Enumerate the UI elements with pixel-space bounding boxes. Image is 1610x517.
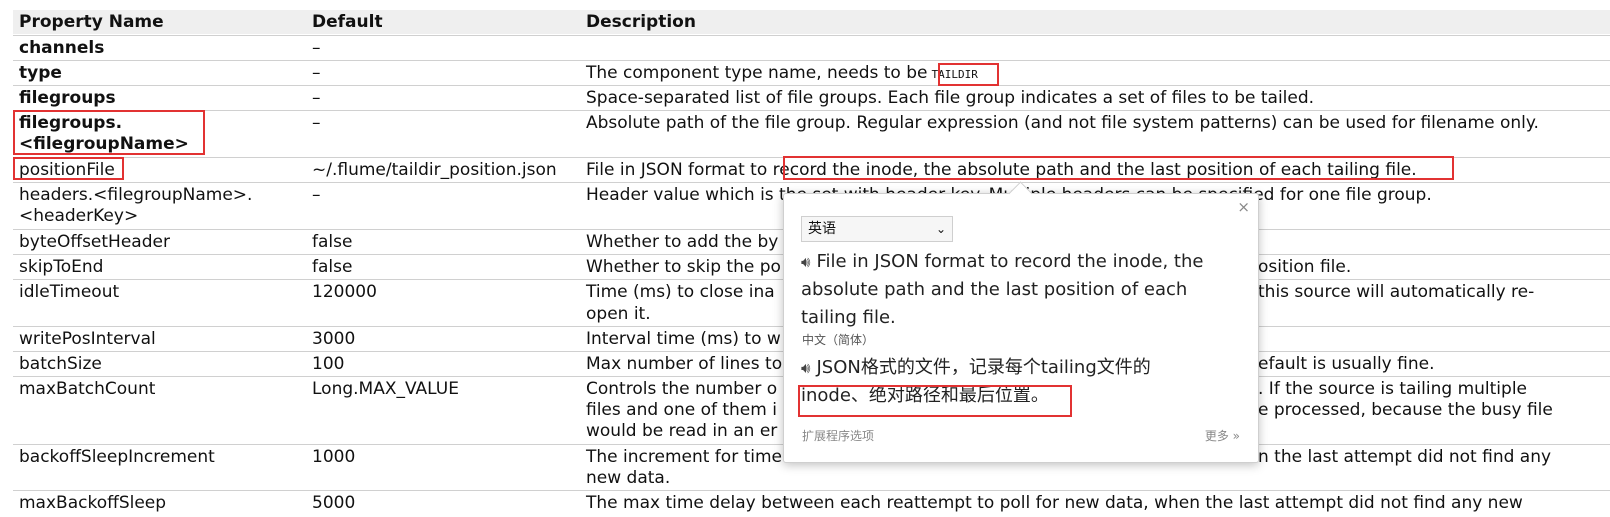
source-language-select[interactable]: 英语 ⌄ bbox=[801, 216, 953, 242]
target-language-label: 中文（简体） bbox=[802, 333, 875, 347]
property-description: Space-separated list of file groups. Eac… bbox=[586, 88, 1315, 108]
property-default: – bbox=[312, 88, 321, 108]
table-row: maxBackoffSleep 5000 The max time delay … bbox=[13, 490, 1610, 517]
speaker-icon[interactable]: 🔊︎ bbox=[801, 253, 810, 271]
property-name: skipToEnd bbox=[19, 257, 104, 277]
highlight-box-taildir bbox=[938, 63, 999, 86]
property-description: The max time delay between each reattemp… bbox=[586, 493, 1523, 513]
property-name: headers.<filegroupName>.<headerKey> bbox=[19, 185, 253, 226]
property-name: idleTimeout bbox=[19, 282, 120, 302]
translation-popup: × 英语 ⌄ 🔊︎ File in JSON format to record t… bbox=[783, 181, 1259, 463]
property-default: 3000 bbox=[312, 329, 356, 349]
chevron-down-icon: ⌄ bbox=[935, 222, 946, 236]
source-text-content: File in JSON format to record the inode,… bbox=[801, 251, 1204, 328]
property-name: type bbox=[19, 63, 62, 83]
property-default: 1000 bbox=[312, 447, 356, 467]
header-property-name: Property Name bbox=[19, 12, 164, 32]
close-icon[interactable]: × bbox=[1237, 198, 1250, 216]
property-default: 100 bbox=[312, 354, 345, 374]
table-row: type – The component type name, needs to… bbox=[13, 60, 1610, 85]
property-default: false bbox=[312, 257, 353, 277]
property-description: Absolute path of the file group. Regular… bbox=[586, 113, 1539, 133]
header-description: Description bbox=[586, 12, 696, 32]
property-description-line3: would be read in an er bbox=[586, 421, 778, 441]
property-name: maxBackoffSleep bbox=[19, 493, 167, 513]
header-default: Default bbox=[312, 12, 383, 32]
property-description-line2: new data. bbox=[586, 468, 671, 488]
property-description-tail: . If the source is tailing multiple bbox=[1258, 379, 1527, 399]
property-default: false bbox=[312, 232, 353, 252]
highlight-box-translation bbox=[798, 385, 1072, 417]
property-default: Long.MAX_VALUE bbox=[312, 379, 459, 399]
speaker-icon[interactable]: 🔊︎ bbox=[801, 359, 810, 377]
property-name: backoffSleepIncrement bbox=[19, 447, 215, 467]
property-description-tail: osition file. bbox=[1258, 257, 1352, 277]
table-header: Property Name Default Description bbox=[13, 10, 1610, 34]
property-name: maxBatchCount bbox=[19, 379, 156, 399]
highlight-box-filegroupname bbox=[13, 110, 205, 155]
property-default: – bbox=[312, 113, 321, 133]
property-name: batchSize bbox=[19, 354, 102, 374]
property-description: The component type name, needs to be TAIL… bbox=[586, 63, 1606, 85]
property-description-line2: files and one of them i bbox=[586, 400, 777, 420]
highlight-box-positionfile bbox=[13, 157, 124, 180]
property-default: – bbox=[312, 38, 321, 58]
property-default: 120000 bbox=[312, 282, 377, 302]
property-description-tail: n the last attempt did not find any bbox=[1258, 447, 1552, 467]
description-text: The component type name, needs to be bbox=[586, 63, 928, 83]
property-name: writePosInterval bbox=[19, 329, 156, 349]
property-default: – bbox=[312, 185, 321, 205]
target-text-line1: JSON格式的文件，记录每个tailing文件的 bbox=[816, 357, 1151, 378]
source-language-label: 英语 bbox=[808, 221, 836, 237]
extension-options-link[interactable]: 扩展程序选项 bbox=[802, 427, 874, 444]
property-default: 5000 bbox=[312, 493, 356, 513]
highlight-box-description bbox=[783, 156, 1454, 180]
property-name: filegroups bbox=[19, 88, 116, 108]
property-default: – bbox=[312, 63, 321, 83]
property-name: byteOffsetHeader bbox=[19, 232, 170, 252]
property-description-tail: this source will automatically re- bbox=[1258, 282, 1535, 302]
source-text: 🔊︎ File in JSON format to record the inod… bbox=[801, 248, 1246, 332]
property-name: channels bbox=[19, 38, 105, 58]
property-default: ~/.flume/taildir_position.json bbox=[312, 160, 557, 180]
more-link[interactable]: 更多 » bbox=[1205, 427, 1240, 444]
property-description-tail: efault is usually fine. bbox=[1258, 354, 1435, 374]
table-row: filegroups – Space-separated list of fil… bbox=[13, 85, 1610, 110]
property-description-line2: open it. bbox=[586, 304, 651, 324]
property-description-tail2: e processed, because the busy file bbox=[1258, 400, 1553, 420]
table-row: filegroups.<filegroupName> – Absolute pa… bbox=[13, 110, 1610, 157]
table-row: channels – bbox=[13, 35, 1610, 60]
